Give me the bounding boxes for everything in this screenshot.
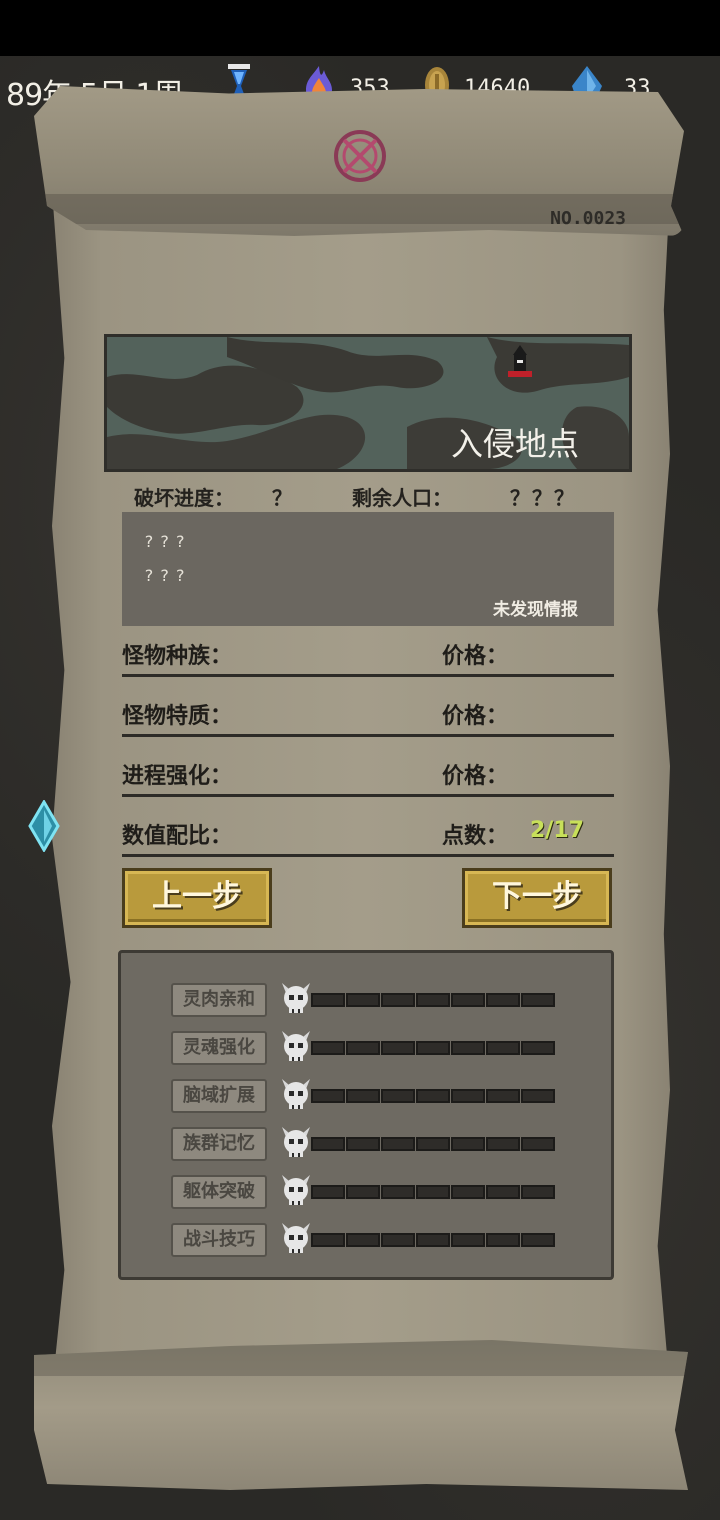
intel-box: ??? ??? 未发现情报 [122,512,614,626]
trait-level-segment [416,1233,450,1247]
trait-level-segment [311,1137,345,1151]
trait-level-segment [451,1233,485,1247]
trait-level-segment [486,1041,520,1055]
skull-icon [282,1223,310,1253]
population-value: ？？？ [510,486,576,510]
trait-level-segment [416,993,450,1007]
trait-level-segment [486,993,520,1007]
points-label: 点数： [442,824,509,849]
skull-icon [282,983,310,1013]
row-divider [122,794,614,797]
trait-level-segment [486,1137,520,1151]
trait-level-segment [346,1185,380,1199]
trait-level-segment [416,1137,450,1151]
trait-level-segment [486,1185,520,1199]
trait-label[interactable]: 族群记忆 [171,1127,267,1161]
destroy-progress-value: ？ [272,486,292,510]
trait-level-bar[interactable] [311,1089,556,1103]
trait-level-segment [381,1185,415,1199]
trait-level-segment [521,1089,555,1103]
row-divider [122,674,614,677]
trait-level-segment [521,1233,555,1247]
trait-label[interactable]: 战斗技巧 [171,1223,267,1257]
trait-level-segment [521,993,555,1007]
trait-level-segment [451,1041,485,1055]
prev-step-button[interactable]: 上一步 [122,868,272,928]
trait-level-segment [416,1185,450,1199]
trait-level-segment [451,993,485,1007]
trait-level-segment [381,1041,415,1055]
stat-allocation-label[interactable]: 数值配比： [122,818,232,850]
trait-level-segment [486,1089,520,1103]
progress-boost-label[interactable]: 进程强化： [122,758,232,790]
trait-level-segment [381,1089,415,1103]
monster-trait-label[interactable]: 怪物特质： [122,698,232,730]
scroll-serial-number: NO.0023 [550,208,626,229]
trait-level-bar[interactable] [311,1185,556,1199]
trait-label[interactable]: 灵魂强化 [171,1031,267,1065]
trait-level-bar[interactable] [311,1137,556,1151]
trait-level-segment [346,993,380,1007]
trait-label[interactable]: 躯体突破 [171,1175,267,1209]
trait-level-segment [346,1137,380,1151]
trait-level-segment [346,1233,380,1247]
status-bar [0,0,720,56]
trait-level-segment [451,1185,485,1199]
trait-allocation-panel: 灵肉亲和灵魂强化脑域扩展族群记忆躯体突破战斗技巧 [118,950,614,1280]
population-label: 剩余人口： [352,486,452,510]
trait-level-segment [346,1041,380,1055]
destroy-progress-label: 破坏进度： [134,486,234,510]
invasion-map[interactable]: 入侵地点 [104,334,632,472]
row-divider [122,734,614,737]
trait-label[interactable]: 脑域扩展 [171,1079,267,1113]
intel-note: 未发现情报 [493,600,578,620]
trait-level-bar[interactable] [311,1233,556,1247]
skull-icon [282,1175,310,1205]
trait-level-segment [381,993,415,1007]
trait-level-segment [346,1089,380,1103]
trait-level-segment [521,1185,555,1199]
intel-line-2: ??? [144,566,191,585]
progress-boost-price-label: 价格： [442,764,509,789]
trait-label[interactable]: 灵肉亲和 [171,983,267,1017]
trait-level-segment [381,1137,415,1151]
monster-trait-price-label: 价格： [442,704,509,729]
scroll-bottom-roll [34,1340,688,1490]
monster-race-price-label: 价格： [442,644,509,669]
sigil-icon [334,130,386,182]
intel-line-1: ??? [144,532,191,551]
trait-level-bar[interactable] [311,1041,556,1055]
trait-level-segment [311,993,345,1007]
trait-level-segment [521,1137,555,1151]
trait-level-segment [311,1089,345,1103]
trait-level-bar[interactable] [311,993,556,1007]
side-gem-icon[interactable] [28,800,60,852]
trait-level-segment [451,1137,485,1151]
skull-icon [282,1079,310,1109]
skull-icon [282,1031,310,1061]
row-divider [122,854,614,857]
trait-level-segment [416,1041,450,1055]
trait-level-segment [311,1233,345,1247]
monster-race-label[interactable]: 怪物种族： [122,638,232,670]
trait-level-segment [486,1233,520,1247]
trait-level-segment [416,1089,450,1103]
points-value: 2/17 [530,818,584,843]
skull-icon [282,1127,310,1157]
trait-level-segment [311,1185,345,1199]
next-step-button[interactable]: 下一步 [462,868,612,928]
trait-level-segment [381,1233,415,1247]
trait-level-segment [521,1041,555,1055]
trait-level-segment [311,1041,345,1055]
map-label: 入侵地点 [450,425,579,463]
tower-marker-icon[interactable] [505,345,535,379]
trait-level-segment [451,1089,485,1103]
